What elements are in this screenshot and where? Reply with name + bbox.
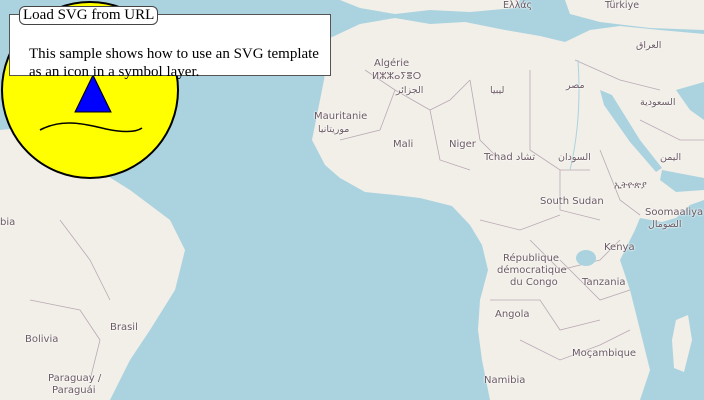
sample-description: This sample shows how to use an SVG temp… (29, 46, 319, 80)
map-label-paraguay: Paraguay / (48, 373, 102, 384)
map-label-algerie-tifinagh: ⵍⵣⵣⴰⵢⴻⵔ (372, 71, 422, 82)
map-label-fragment: bia (0, 217, 16, 228)
map-label-paraguai: Paraguái (52, 385, 96, 396)
map-label-kenya: Kenya (604, 242, 635, 253)
map-label-iraq: العراق (636, 40, 662, 51)
map-label-angola: Angola (495, 309, 530, 320)
map-label-rdc-1: République (503, 253, 560, 264)
map-label-yemen: اليمن (660, 152, 682, 163)
map-label-turkiye: Türkiye (605, 0, 640, 11)
map-label-ellas: Ελλάς (503, 0, 533, 11)
map-label-mocambique: Moçambique (572, 348, 637, 359)
map-label-misr: مصر (566, 80, 585, 91)
map-label-saudi: السعودية (640, 97, 676, 108)
map-label-mauritanie: Mauritanie (314, 111, 368, 122)
sample-title: Load SVG from URL (19, 6, 159, 25)
map-label-mali: Mali (393, 139, 414, 150)
map-label-sudan: السودان (558, 152, 591, 163)
map-label-libya: ليبيا (490, 85, 505, 96)
map-label-mauritanie-ar: موريتانيا (318, 124, 350, 135)
map-label-algerie: Algérie (374, 58, 410, 69)
map-label-bolivia: Bolivia (25, 334, 59, 345)
map-label-somalia-ar: الصومال (648, 219, 682, 230)
map-label-algerie-ar: الجزائر (396, 85, 424, 96)
map-label-brasil: Brasil (110, 322, 138, 333)
map-label-namibia: Namibia (484, 375, 526, 386)
map-label-rdc-2: démocratique (497, 265, 567, 276)
map-label-tchad: Tchad تشاد (484, 152, 536, 163)
map-label-ethiopia: ኢትዮጵያ (614, 180, 647, 191)
map-label-rdc-3: du Congo (510, 277, 558, 288)
map-label-soomaaliya: Soomaaliya (645, 207, 704, 218)
map-label-niger: Niger (449, 139, 476, 150)
map-label-tanzania: Tanzania (582, 277, 626, 288)
map-label-south-sudan: South Sudan (540, 196, 604, 207)
